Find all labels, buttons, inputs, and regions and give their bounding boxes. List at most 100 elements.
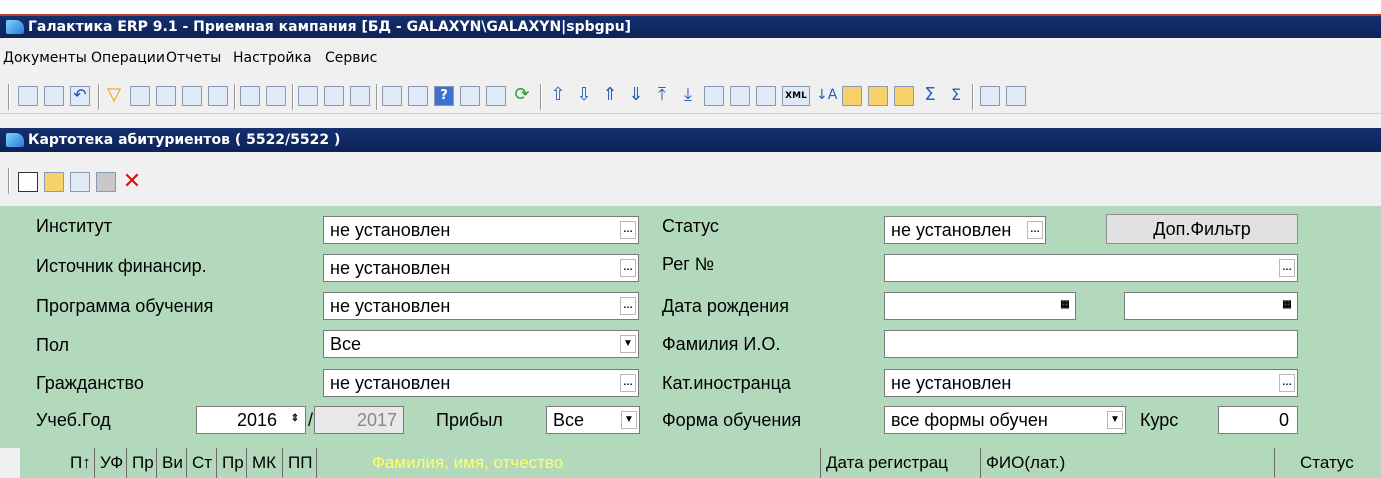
funding-value: не установлен [330, 258, 451, 278]
sort-icon[interactable] [842, 86, 862, 106]
institute-field[interactable]: не установлен … [323, 216, 639, 244]
copy-card-icon[interactable] [70, 172, 90, 192]
menu-bar: Документы Операции Отчеты Настройка Серв… [0, 45, 1381, 73]
form-icon[interactable] [324, 86, 344, 106]
search-icon[interactable] [156, 86, 176, 106]
column-divider [94, 448, 95, 478]
filter-icon[interactable]: ▽ [104, 86, 124, 106]
foreign-cat-field[interactable]: не установлен … [884, 369, 1298, 397]
fio-field[interactable] [884, 330, 1298, 358]
study-form-select[interactable]: все формы обучен ▼ [884, 406, 1126, 434]
chevron-down-icon[interactable]: ▼ [621, 411, 637, 429]
arrived-value: Все [553, 410, 585, 430]
citizenship-value: не установлен [330, 373, 451, 393]
ellipsis-icon[interactable]: … [620, 374, 636, 392]
course-field[interactable]: 0 [1218, 406, 1298, 434]
sort-az-icon[interactable]: ↓A [816, 86, 837, 106]
refresh-icon[interactable]: ⟳ [512, 86, 532, 106]
status-field[interactable]: не установлен … [884, 216, 1046, 244]
edit-icon[interactable] [240, 86, 260, 106]
spinner-icon[interactable]: ⇕ [287, 411, 303, 429]
column-header[interactable]: П↑ [70, 453, 91, 473]
column-header[interactable]: Пр [222, 453, 244, 473]
help-icon[interactable]: ? [434, 86, 454, 106]
document-icon[interactable] [298, 86, 318, 106]
ellipsis-icon[interactable]: … [620, 297, 636, 315]
column-header[interactable]: Ст [192, 453, 212, 473]
column-header[interactable]: Дата регистрац [826, 453, 948, 473]
column-header[interactable]: МК [252, 453, 276, 473]
xml-icon[interactable]: XML [782, 86, 810, 106]
ellipsis-icon[interactable]: … [1279, 259, 1295, 277]
reg-no-field[interactable]: … [884, 254, 1298, 282]
gender-select[interactable]: Все ▼ [323, 330, 639, 358]
chevron-down-icon[interactable]: ▼ [1107, 411, 1123, 429]
edit-card-icon[interactable] [44, 172, 64, 192]
ellipsis-icon[interactable]: … [620, 221, 636, 239]
calendar-icon[interactable]: ▦ [1057, 297, 1073, 315]
ellipsis-icon[interactable]: … [620, 259, 636, 277]
menu-settings[interactable]: Настройка [233, 50, 312, 66]
list-indent-icon[interactable] [980, 86, 1000, 106]
funding-label: Источник финансир. [36, 256, 207, 276]
column-header[interactable]: ФИО(лат.) [986, 453, 1065, 473]
extra-filter-button[interactable]: Доп.Фильтр [1106, 214, 1298, 244]
last-record-icon[interactable]: ⤓ [678, 86, 698, 106]
form-list-icon[interactable] [350, 86, 370, 106]
first-record-icon[interactable]: ⤒ [652, 86, 672, 106]
group-edit-icon[interactable] [894, 86, 914, 106]
program-field[interactable]: не установлен … [323, 292, 639, 320]
birth-date-to-field[interactable]: ▦ [1124, 292, 1298, 320]
study-year-label: Учеб.Год [36, 410, 111, 430]
subtotal-icon[interactable]: Σ [946, 86, 966, 106]
column-header[interactable]: Статус [1300, 453, 1354, 473]
arrived-select[interactable]: Все ▼ [546, 406, 640, 434]
export-excel-icon[interactable] [756, 86, 776, 106]
toolbar-separator [98, 84, 100, 110]
preview-icon[interactable] [266, 86, 286, 106]
chevron-down-icon[interactable]: ▼ [620, 335, 636, 353]
paste-icon[interactable] [44, 86, 64, 106]
calendar-icon[interactable]: ▦ [1279, 297, 1295, 315]
filter-add-icon[interactable] [182, 86, 202, 106]
menu-documents[interactable]: Документы [3, 50, 87, 66]
new-document-icon[interactable] [18, 172, 38, 192]
list-outdent-icon[interactable] [1006, 86, 1026, 106]
column-header[interactable]: Пр [132, 453, 154, 473]
column-header[interactable]: ПП [288, 453, 312, 473]
arrow-up-icon[interactable]: ⇧ [548, 86, 568, 106]
table-icon[interactable] [730, 86, 750, 106]
column-divider [820, 448, 821, 478]
name-column-header[interactable]: Фамилия, имя, отчество [372, 453, 563, 473]
delete-icon[interactable]: ✕ [122, 171, 142, 193]
birth-date-label: Дата рождения [662, 296, 789, 316]
window-icon[interactable] [486, 86, 506, 106]
arrow-down-icon[interactable]: ⇩ [574, 86, 594, 106]
column-header[interactable]: УФ [100, 453, 123, 473]
page-down-icon[interactable]: ⇓ [626, 86, 646, 106]
calculator-icon[interactable] [408, 86, 428, 106]
filter-edit-icon[interactable] [130, 86, 150, 106]
record-icon[interactable] [704, 86, 724, 106]
funding-field[interactable]: не установлен … [323, 254, 639, 282]
menu-reports[interactable]: Отчеты [166, 50, 221, 66]
print-icon[interactable] [96, 172, 116, 192]
filter-remove-icon[interactable] [208, 86, 228, 106]
citizenship-field[interactable]: не установлен … [323, 369, 639, 397]
group-icon[interactable] [868, 86, 888, 106]
subwindow-icon [6, 133, 24, 147]
close-window-icon[interactable] [460, 86, 480, 106]
copy-icon[interactable] [18, 86, 38, 106]
column-header[interactable]: Ви [162, 453, 183, 473]
undo-icon[interactable]: ↶ [70, 86, 90, 106]
menu-service[interactable]: Сервис [325, 50, 377, 66]
image-icon[interactable] [382, 86, 402, 106]
ellipsis-icon[interactable]: … [1279, 374, 1295, 392]
birth-date-from-field[interactable]: ▦ [884, 292, 1076, 320]
ellipsis-icon[interactable]: … [1027, 221, 1043, 239]
gender-value: Все [330, 334, 362, 354]
page-up-icon[interactable]: ⇑ [600, 86, 620, 106]
study-year-from-spinner[interactable]: 2016 ⇕ [196, 406, 306, 434]
menu-operations[interactable]: Операции [91, 50, 165, 66]
sum-icon[interactable]: Σ [920, 86, 940, 106]
